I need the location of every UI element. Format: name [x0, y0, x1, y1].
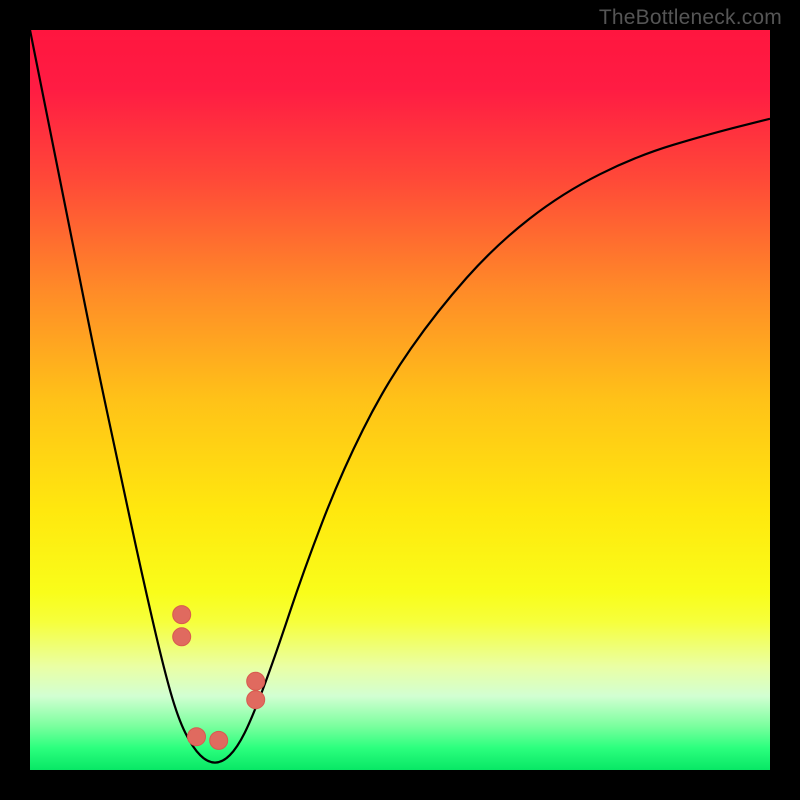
curve-layer: [30, 30, 770, 770]
data-marker: [188, 728, 206, 746]
data-marker: [173, 628, 191, 646]
data-marker: [173, 606, 191, 624]
data-marker: [210, 731, 228, 749]
outer-frame: TheBottleneck.com: [0, 0, 800, 800]
plot-area: [30, 30, 770, 770]
watermark-text: TheBottleneck.com: [599, 6, 782, 30]
bottleneck-curve: [30, 30, 770, 763]
data-marker: [247, 691, 265, 709]
data-marker: [247, 672, 265, 690]
marker-group: [173, 606, 265, 750]
